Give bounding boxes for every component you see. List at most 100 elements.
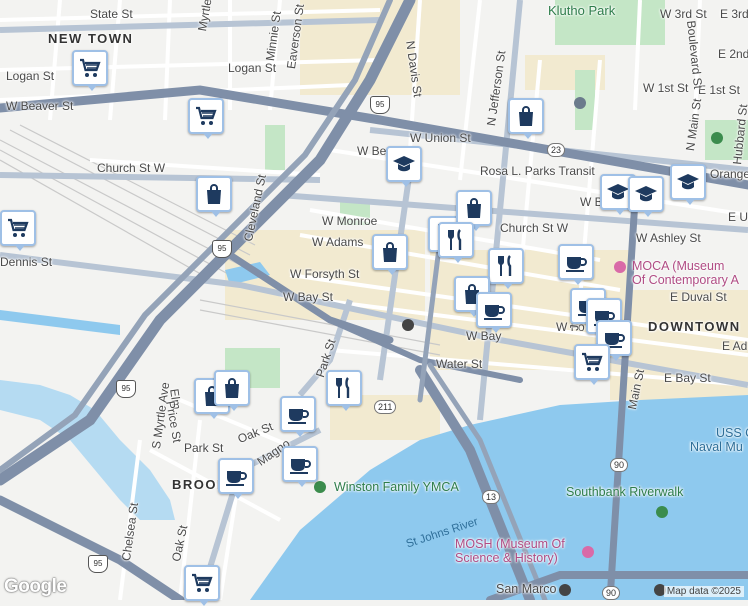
map-marker-bag[interactable] [456, 190, 492, 231]
cart-icon [582, 352, 603, 371]
cart-icon [192, 573, 213, 592]
bag-icon [467, 198, 481, 218]
map-marker-coffee[interactable] [476, 292, 512, 333]
poi-label: Naval Mu [690, 440, 743, 454]
street-label: W Ashley St [636, 231, 701, 245]
museum-pin [582, 546, 594, 558]
map-marker-coffee[interactable] [558, 244, 594, 285]
map-marker-utensils[interactable] [326, 370, 362, 411]
street-label: Church St W [500, 221, 569, 235]
poi-label: USS C [716, 426, 748, 440]
map-marker-coffee[interactable] [218, 458, 254, 499]
map-marker-grad-cap[interactable] [386, 146, 422, 187]
coffee-icon [566, 257, 587, 272]
cart-icon [8, 218, 29, 237]
transit-pin [559, 584, 571, 596]
map-marker-cart[interactable] [188, 98, 224, 139]
university-pin [574, 97, 586, 109]
poi-label: Klutho Park [548, 3, 616, 18]
interstate-shield: 95 [212, 240, 232, 258]
utensils-icon [498, 255, 512, 276]
map-marker-bag[interactable] [372, 234, 408, 275]
interstate-shield: 95 [88, 555, 108, 573]
street-label: Logan St [6, 69, 55, 83]
route-shield: 23 [547, 143, 566, 157]
poi-label: San Marco [496, 582, 557, 596]
street-label: W Beaver St [6, 99, 74, 113]
cart-icon [196, 106, 217, 125]
route-shield: 90 [602, 586, 621, 600]
street-label: Dennis St [0, 255, 53, 269]
street-label: Water St [436, 357, 483, 371]
poi-label: Southbank Riverwalk [566, 485, 684, 499]
district-label: DOWNTOWN [648, 319, 741, 334]
street-label: E 2nd [718, 47, 748, 61]
street-label: W Adams [312, 235, 364, 249]
map-marker-coffee[interactable] [280, 396, 316, 437]
grad-cap-icon [677, 174, 699, 190]
metro-pin [402, 319, 414, 331]
grad-cap-icon [607, 184, 629, 200]
map-marker-coffee[interactable] [282, 446, 318, 487]
poi-label: Winston Family YMCA [334, 480, 459, 494]
street-label: E 3rd [720, 7, 748, 21]
map-marker-bag[interactable] [508, 98, 544, 139]
street-label: Rosa L. Parks Transit [480, 164, 595, 178]
coffee-icon [290, 459, 311, 474]
route-shield: 13 [482, 490, 501, 504]
map-marker-cart[interactable] [72, 50, 108, 91]
poi-label: MOSH (Museum Of [455, 537, 565, 551]
street-label: State St [90, 7, 133, 21]
bag-icon [519, 106, 533, 126]
street-label: W Be [357, 144, 387, 158]
district-label: NEW TOWN [48, 31, 134, 46]
park-pin [656, 506, 668, 518]
poi-label: Of Contemporary A [632, 273, 739, 287]
street-label: W Forsyth St [290, 267, 360, 281]
coffee-icon [288, 409, 309, 424]
map-marker-grad-cap[interactable] [628, 176, 664, 217]
ymca-pin [314, 481, 326, 493]
coffee-icon [484, 305, 505, 320]
poi-label: MOCA (Museum [632, 259, 725, 273]
street-label: W Union St [410, 131, 471, 145]
street-label: E Un [728, 210, 748, 224]
street-label: Orange [710, 167, 748, 181]
utensils-icon [336, 377, 350, 398]
map-marker-utensils[interactable] [438, 222, 474, 263]
park-pin [711, 132, 723, 144]
map-marker-cart[interactable] [0, 210, 36, 251]
street-label: W 1st St [643, 81, 689, 95]
attribution[interactable]: Map data ©2025 [663, 586, 744, 597]
street-label: Logan St [228, 61, 277, 75]
grad-cap-icon [635, 186, 657, 202]
map-marker-cart[interactable] [574, 344, 610, 385]
map-marker-grad-cap[interactable] [670, 164, 706, 205]
street-label: W Bay St [283, 290, 334, 304]
google-logo: Google [4, 576, 67, 597]
street-label: E Duval St [670, 290, 727, 304]
map-marker-bag[interactable] [214, 370, 250, 411]
street-label: W Monroe [322, 214, 378, 228]
interstate-shield: 95 [370, 96, 390, 114]
interstate-shield: 95 [116, 380, 136, 398]
bag-icon [225, 378, 239, 398]
route-shield: 211 [374, 400, 397, 414]
street-label: E Bay St [664, 371, 711, 385]
route-shield: 90 [610, 458, 629, 472]
map-marker-bag[interactable] [196, 176, 232, 217]
coffee-icon [226, 471, 247, 486]
poi-label: Science & History) [455, 551, 558, 565]
map-canvas[interactable] [0, 0, 748, 600]
museum-pin [614, 261, 626, 273]
street-label: E Ad [722, 339, 748, 353]
cart-icon [80, 58, 101, 77]
bag-icon [383, 242, 397, 262]
grad-cap-icon [393, 156, 415, 172]
map-marker-cart[interactable] [184, 565, 220, 606]
bag-icon [207, 184, 221, 204]
street-label: Church St W [97, 161, 166, 175]
map-marker-utensils[interactable] [488, 248, 524, 289]
street-label: W 3rd St [660, 7, 707, 21]
utensils-icon [448, 229, 462, 250]
